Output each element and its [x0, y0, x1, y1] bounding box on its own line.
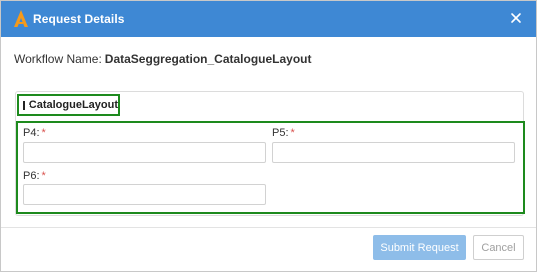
field-label-p6-text: P6:	[23, 170, 40, 182]
app-logo-icon	[14, 10, 28, 27]
footer-divider	[1, 227, 536, 228]
submit-request-button[interactable]: Submit Request	[373, 235, 466, 260]
field-label-p6: P6: *	[23, 170, 46, 182]
field-label-p4-text: P4:	[23, 127, 40, 139]
close-icon[interactable]	[508, 10, 524, 26]
request-details-dialog: Request Details Workflow Name: DataSeggre…	[0, 0, 537, 272]
minus-square-icon[interactable]	[23, 100, 30, 110]
required-marker: *	[41, 127, 46, 139]
required-marker: *	[41, 170, 46, 182]
section-toggle-cataloguelayout[interactable]: CatalogueLayout	[17, 94, 120, 116]
p5-input[interactable]	[272, 142, 515, 163]
cancel-button[interactable]: Cancel	[473, 235, 524, 260]
workflow-name-row: Workflow Name: DataSeggregation_Catalogue…	[14, 52, 312, 66]
dialog-titlebar: Request Details	[1, 1, 536, 37]
workflow-name-label: Workflow Name:	[14, 52, 102, 66]
field-label-p5-text: P5:	[272, 127, 289, 139]
workflow-name-value: DataSeggregation_CatalogueLayout	[104, 52, 312, 66]
dialog-title: Request Details	[33, 12, 125, 26]
field-label-p4: P4: *	[23, 127, 46, 139]
p6-input[interactable]	[23, 184, 266, 205]
p4-input[interactable]	[23, 142, 266, 163]
field-label-p5: P5: *	[272, 127, 295, 139]
section-title: CatalogueLayout	[28, 99, 118, 111]
required-marker: *	[290, 127, 295, 139]
